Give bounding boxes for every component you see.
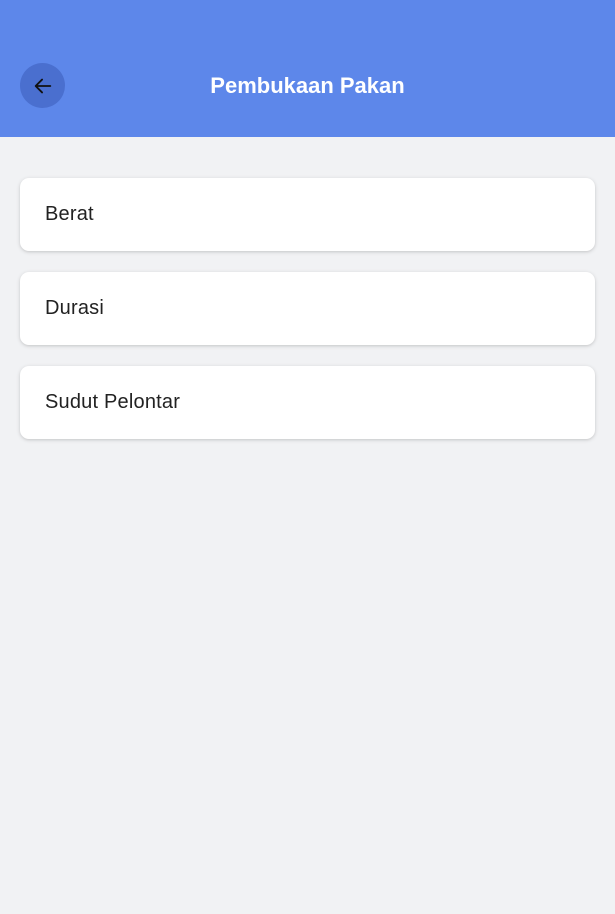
page-title: Pembukaan Pakan xyxy=(210,73,405,98)
menu-list: Berat Durasi Sudut Pelontar xyxy=(20,178,595,460)
menu-item-sudut-pelontar[interactable]: Sudut Pelontar xyxy=(20,366,595,439)
menu-item-label: Berat xyxy=(45,203,94,225)
menu-item-berat[interactable]: Berat xyxy=(20,178,595,251)
menu-item-label: Sudut Pelontar xyxy=(45,391,181,413)
menu-item-durasi[interactable]: Durasi xyxy=(20,272,595,345)
app-bar: Pembukaan Pakan xyxy=(0,0,615,137)
menu-item-label: Durasi xyxy=(45,297,104,319)
